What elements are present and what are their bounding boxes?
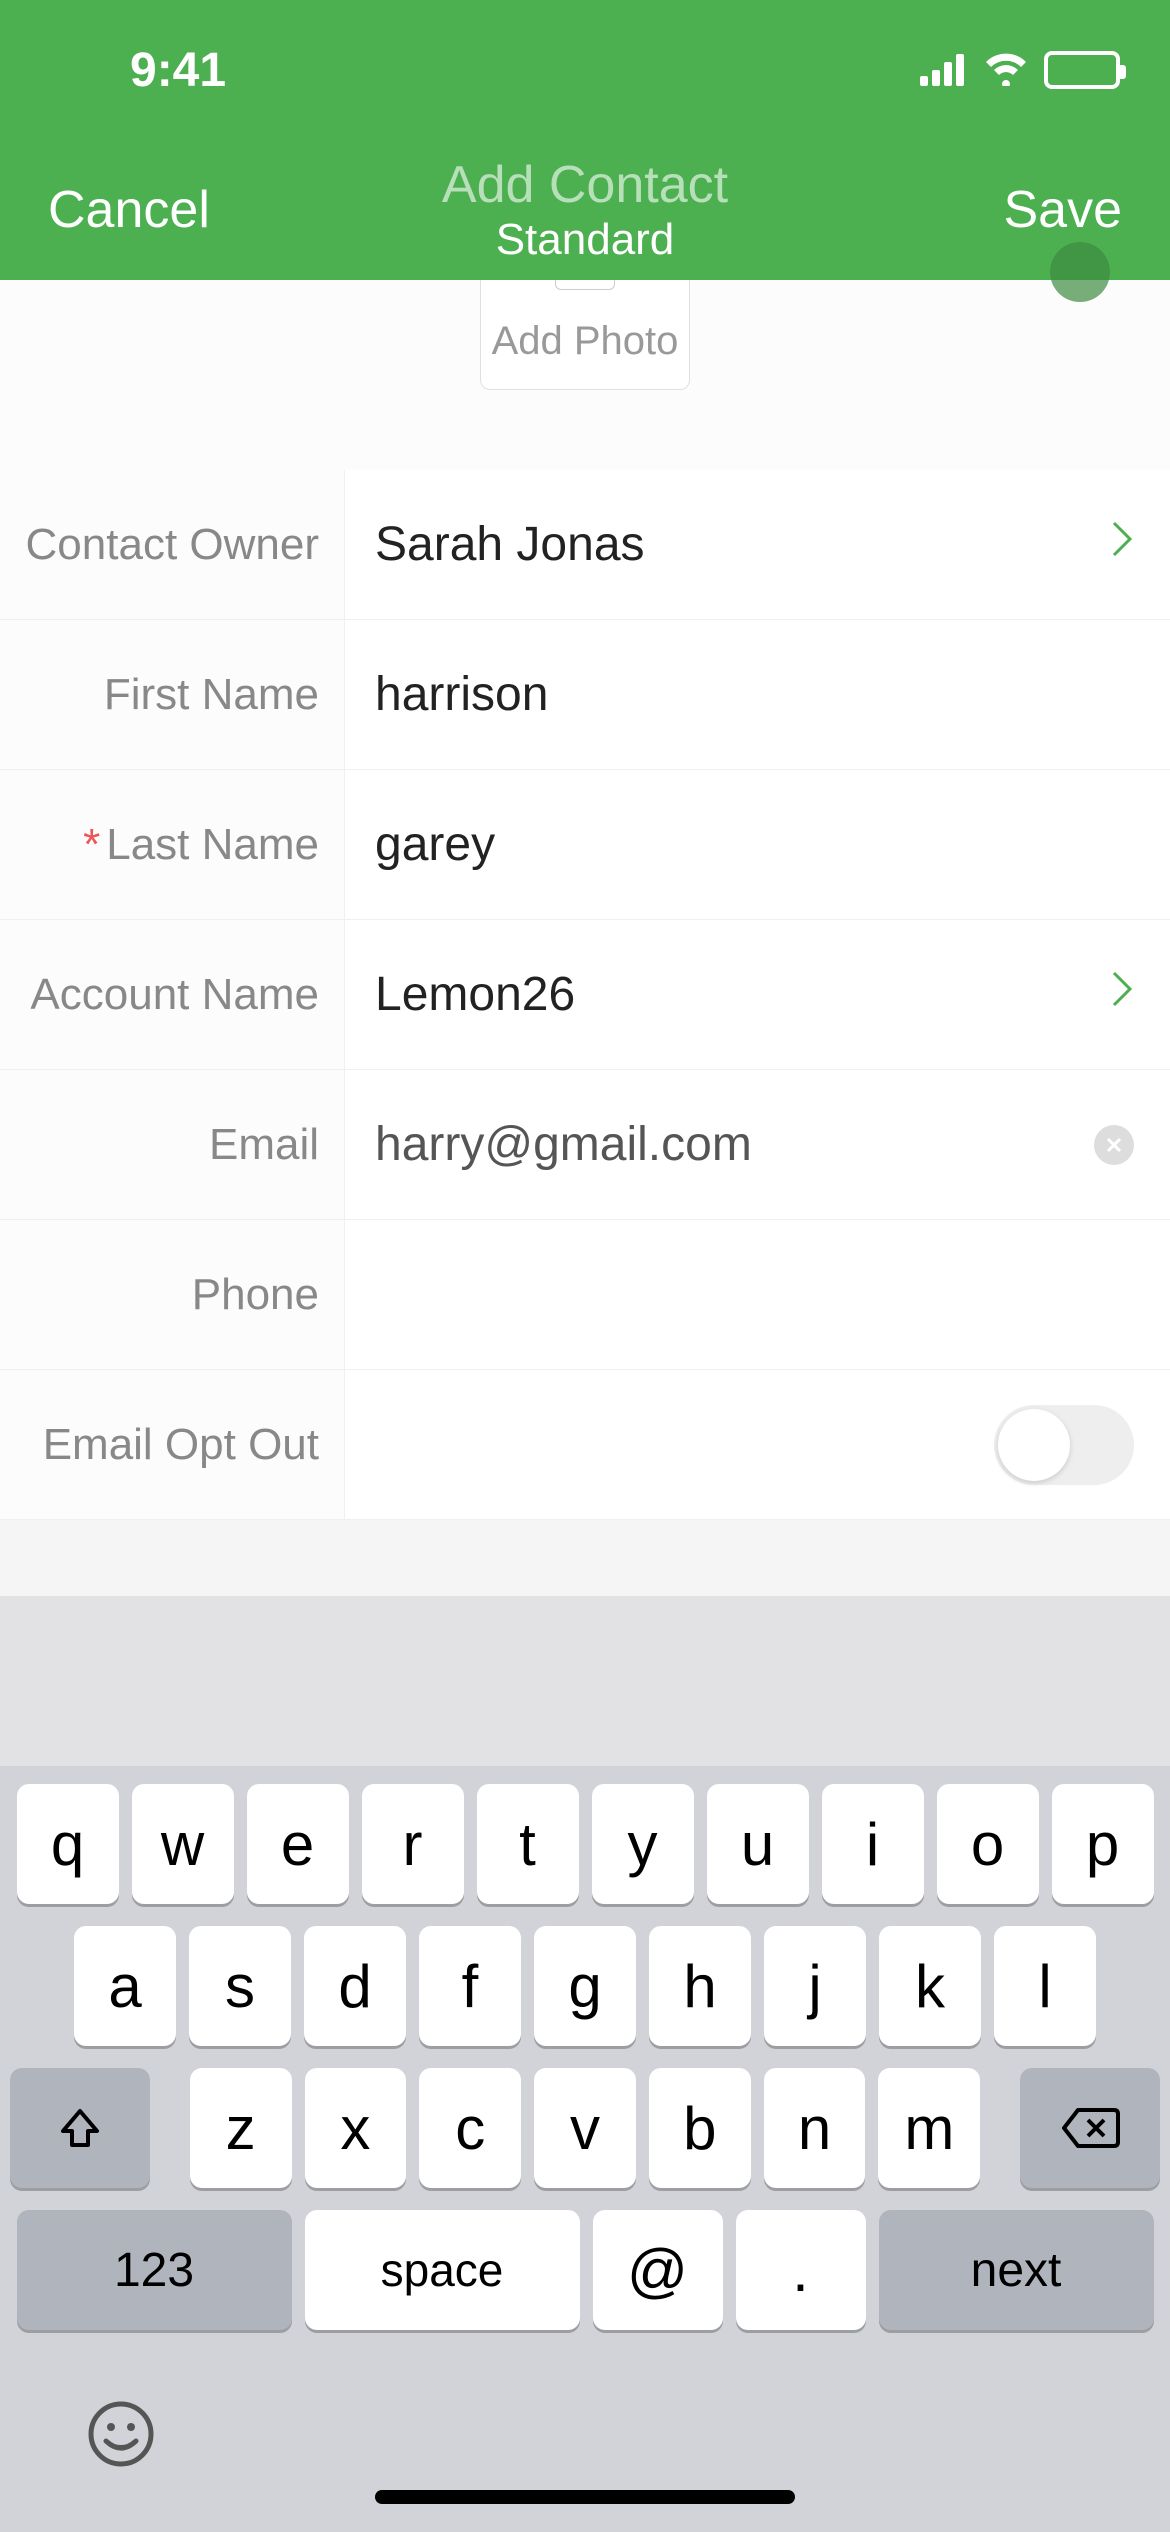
key-q[interactable]: q [17, 1784, 119, 1904]
email-optout-toggle[interactable] [994, 1405, 1134, 1485]
key-a[interactable]: a [74, 1926, 176, 2046]
key-i[interactable]: i [822, 1784, 924, 1904]
key-l[interactable]: l [994, 1926, 1096, 2046]
email-optout-container [345, 1370, 1170, 1519]
first-name-field-container [345, 620, 1170, 769]
cancel-button[interactable]: Cancel [48, 180, 210, 240]
suggestion-bar [0, 1596, 1170, 1766]
emoji-button[interactable] [86, 2399, 156, 2485]
contact-owner-text: Sarah Jonas [375, 517, 645, 572]
clear-email-button[interactable] [1094, 1125, 1134, 1165]
chevron-right-icon [1110, 969, 1134, 1020]
key-z[interactable]: z [190, 2068, 292, 2188]
key-shift[interactable] [10, 2068, 150, 2188]
key-dot[interactable]: . [736, 2210, 866, 2330]
key-c[interactable]: c [419, 2068, 521, 2188]
key-j[interactable]: j [764, 1926, 866, 2046]
keyboard-row-4: 123 space @ . next [10, 2210, 1160, 2330]
page-subtitle: Standard [442, 215, 728, 265]
key-123[interactable]: 123 [17, 2210, 292, 2330]
first-name-input[interactable] [375, 667, 1134, 722]
last-name-input[interactable] [375, 817, 1134, 872]
key-x[interactable]: x [305, 2068, 407, 2188]
first-name-row: First Name [0, 620, 1170, 770]
key-p[interactable]: p [1052, 1784, 1154, 1904]
status-bar: 9:41 [0, 0, 1170, 140]
key-g[interactable]: g [534, 1926, 636, 2046]
page-title: Add Contact [442, 155, 728, 215]
home-indicator[interactable] [375, 2490, 795, 2504]
key-k[interactable]: k [879, 1926, 981, 2046]
last-name-label: *Last Name [0, 770, 345, 919]
key-f[interactable]: f [419, 1926, 521, 2046]
save-button[interactable]: Save [1003, 180, 1122, 240]
key-s[interactable]: s [189, 1926, 291, 2046]
keyboard-bottom-bar [10, 2352, 1160, 2532]
key-y[interactable]: y [592, 1784, 694, 1904]
account-name-text: Lemon26 [375, 967, 575, 1022]
key-w[interactable]: w [132, 1784, 234, 1904]
nav-title-container: Add Contact Standard [442, 155, 728, 265]
keyboard-keys: q w e r t y u i o p a s d f g h j k l [0, 1766, 1170, 2532]
signal-icon [920, 43, 968, 98]
email-input[interactable] [375, 1117, 1094, 1172]
last-name-field-container [345, 770, 1170, 919]
contact-owner-value[interactable]: Sarah Jonas [345, 470, 1170, 619]
keyboard: q w e r t y u i o p a s d f g h j k l [0, 1596, 1170, 2532]
key-e[interactable]: e [247, 1784, 349, 1904]
key-m[interactable]: m [878, 2068, 980, 2188]
key-u[interactable]: u [707, 1784, 809, 1904]
contact-owner-label: Contact Owner [0, 470, 345, 619]
email-row: Email [0, 1070, 1170, 1220]
key-t[interactable]: t [477, 1784, 579, 1904]
email-optout-row: Email Opt Out [0, 1370, 1170, 1520]
camera-icon [555, 280, 615, 290]
form-content: Add Photo Contact Owner Sarah Jonas Firs… [0, 280, 1170, 1520]
emoji-icon [86, 2399, 156, 2469]
key-r[interactable]: r [362, 1784, 464, 1904]
key-h[interactable]: h [649, 1926, 751, 2046]
email-optout-label: Email Opt Out [0, 1370, 345, 1519]
shift-icon [55, 2103, 105, 2153]
keyboard-row-2: a s d f g h j k l [10, 1926, 1160, 2046]
account-name-row[interactable]: Account Name Lemon26 [0, 920, 1170, 1070]
status-icons [920, 43, 1120, 98]
keyboard-row-1: q w e r t y u i o p [10, 1784, 1160, 1904]
email-field-container [345, 1070, 1170, 1219]
key-n[interactable]: n [764, 2068, 866, 2188]
status-time: 9:41 [130, 43, 226, 98]
last-name-row: *Last Name [0, 770, 1170, 920]
backspace-icon [1060, 2106, 1120, 2150]
add-photo-button[interactable]: Add Photo [480, 280, 690, 390]
first-name-label: First Name [0, 620, 345, 769]
keyboard-row-3: z x c v b n m [10, 2068, 1160, 2188]
nav-bar: Cancel Add Contact Standard Save [0, 140, 1170, 280]
key-b[interactable]: b [649, 2068, 751, 2188]
touch-indicator [1050, 242, 1110, 302]
phone-input[interactable] [375, 1267, 1134, 1322]
key-d[interactable]: d [304, 1926, 406, 2046]
key-next[interactable]: next [879, 2210, 1154, 2330]
key-v[interactable]: v [534, 2068, 636, 2188]
chevron-right-icon [1110, 519, 1134, 570]
battery-icon [1044, 51, 1120, 89]
add-photo-label: Add Photo [492, 319, 679, 364]
wifi-icon [982, 43, 1030, 98]
email-label: Email [0, 1070, 345, 1219]
phone-row: Phone [0, 1220, 1170, 1370]
key-backspace[interactable] [1020, 2068, 1160, 2188]
key-o[interactable]: o [937, 1784, 1039, 1904]
account-name-label: Account Name [0, 920, 345, 1069]
key-at[interactable]: @ [593, 2210, 723, 2330]
account-name-value[interactable]: Lemon26 [345, 920, 1170, 1069]
phone-label: Phone [0, 1220, 345, 1369]
key-space[interactable]: space [305, 2210, 580, 2330]
toggle-knob [998, 1409, 1070, 1481]
contact-owner-row[interactable]: Contact Owner Sarah Jonas [0, 470, 1170, 620]
form-body: Contact Owner Sarah Jonas First Name *La… [0, 470, 1170, 1520]
phone-field-container [345, 1220, 1170, 1369]
